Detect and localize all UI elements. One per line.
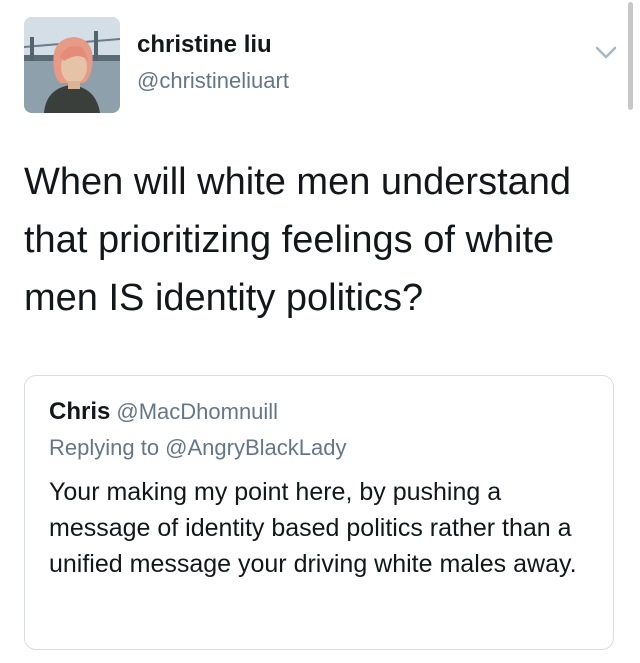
replying-to-label: Replying to @AngryBlackLady bbox=[49, 435, 347, 460]
quoted-author-handle: @MacDhomnuill bbox=[116, 399, 279, 424]
scrollbar[interactable] bbox=[628, 2, 633, 110]
author-handle[interactable]: @christineliuart bbox=[137, 68, 289, 94]
chevron-down-icon[interactable] bbox=[592, 42, 620, 62]
avatar-photo bbox=[24, 17, 120, 113]
avatar[interactable] bbox=[24, 17, 120, 113]
author-display-name[interactable]: christine liu bbox=[137, 31, 272, 59]
quoted-author-name: Chris bbox=[49, 398, 111, 425]
tweet-text: When will white men understand that prio… bbox=[24, 161, 572, 319]
quoted-tweet-text: Your making my point here, by pushing a … bbox=[49, 478, 577, 578]
quoted-tweet-header: Chris @MacDhomnuill bbox=[49, 398, 278, 426]
quoted-tweet-card[interactable]: Chris @MacDhomnuill Replying to @AngryBla… bbox=[24, 375, 614, 650]
